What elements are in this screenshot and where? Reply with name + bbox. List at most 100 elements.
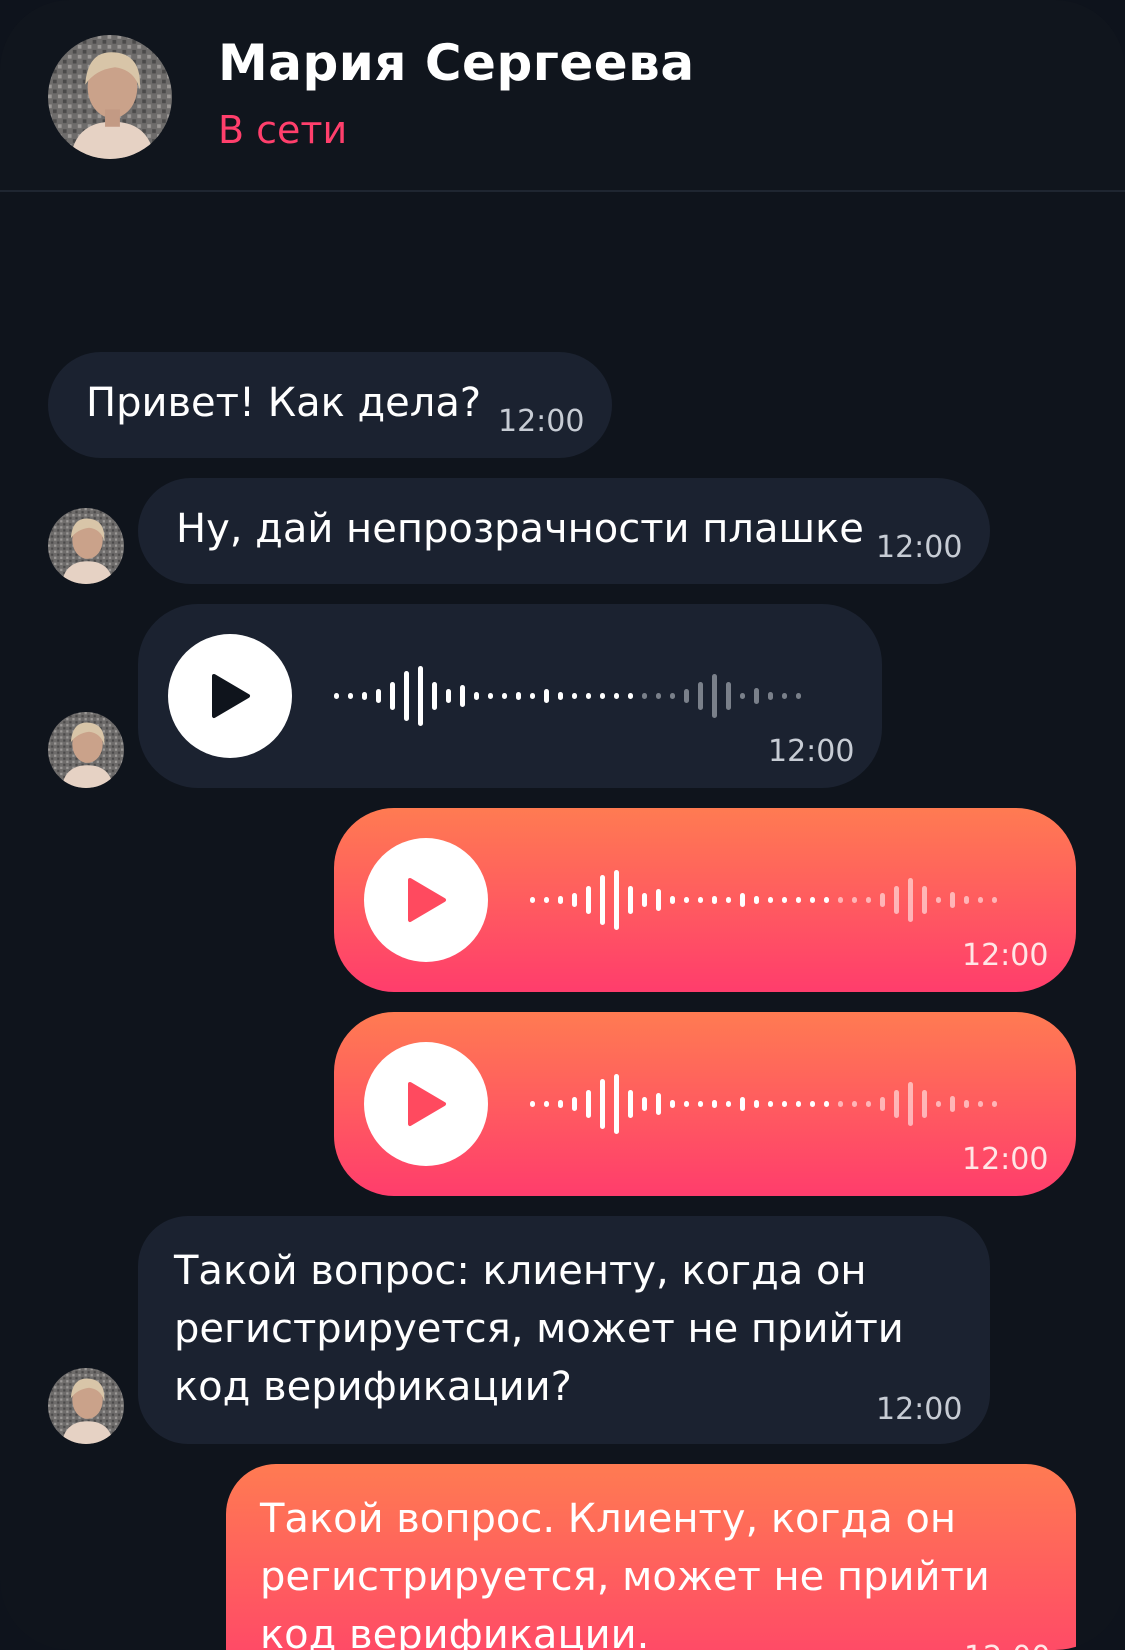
- waveform-bar: [880, 1097, 885, 1111]
- sender-avatar[interactable]: [48, 712, 124, 788]
- waveform-bar: [670, 896, 675, 904]
- waveform-bar: [852, 897, 857, 903]
- waveform-bar: [754, 896, 759, 904]
- waveform-bar: [544, 897, 549, 903]
- waveform-bar: [712, 896, 717, 904]
- waveform-bar: [600, 693, 605, 699]
- waveform-bar: [558, 1100, 563, 1108]
- waveform-bar: [642, 693, 647, 699]
- waveform-bar: [698, 1101, 703, 1107]
- play-icon: [408, 878, 446, 922]
- waveform-bar: [754, 688, 759, 704]
- waveform-bar: [446, 689, 451, 703]
- waveform[interactable]: [530, 1074, 1030, 1134]
- waveform-bar: [782, 693, 787, 699]
- waveform-bar: [586, 1090, 591, 1118]
- waveform-bar: [544, 1101, 549, 1107]
- waveform-bar: [684, 689, 689, 703]
- waveform-bar: [558, 692, 563, 700]
- waveform-bar: [978, 1101, 983, 1107]
- waveform-bar: [684, 1101, 689, 1107]
- waveform-bar: [586, 693, 591, 699]
- waveform-bar: [656, 889, 661, 911]
- waveform[interactable]: [334, 666, 834, 726]
- waveform-bar: [586, 886, 591, 914]
- waveform-bar: [642, 893, 647, 907]
- waveform-bar: [712, 674, 717, 718]
- waveform-bar: [726, 1101, 731, 1107]
- waveform-bar: [852, 1101, 857, 1107]
- waveform-bar: [404, 671, 409, 721]
- waveform-bar: [936, 1101, 941, 1107]
- waveform-bar: [460, 685, 465, 707]
- waveform-bar: [390, 682, 395, 710]
- waveform-bar: [922, 886, 927, 914]
- waveform-bar: [614, 693, 619, 699]
- waveform-bar: [530, 1101, 535, 1107]
- sender-avatar[interactable]: [48, 508, 124, 584]
- play-button[interactable]: [364, 1042, 488, 1166]
- waveform-bar: [880, 893, 885, 907]
- waveform-bar: [334, 693, 339, 699]
- waveform-bar: [572, 893, 577, 907]
- message-time: 12:00: [876, 530, 963, 565]
- voice-message-incoming[interactable]: 12:00: [138, 604, 882, 788]
- waveform-bar: [628, 886, 633, 914]
- waveform-bar: [992, 1101, 997, 1107]
- message-bubble-incoming[interactable]: Ну, дай непрозрачности плашке 12:00: [138, 478, 990, 584]
- message-time: 12:00: [964, 1640, 1050, 1650]
- play-button[interactable]: [168, 634, 292, 758]
- waveform-bar: [754, 1100, 759, 1108]
- avatar-photo-icon: [48, 712, 124, 788]
- play-button[interactable]: [364, 838, 488, 962]
- waveform-bar: [908, 878, 913, 922]
- waveform-bar: [866, 897, 871, 903]
- waveform-bar: [796, 693, 801, 699]
- waveform-bar: [824, 1101, 829, 1107]
- sender-avatar[interactable]: [48, 1368, 124, 1444]
- waveform-bar: [768, 692, 773, 700]
- message-text: Привет! Как дела?: [86, 380, 482, 426]
- waveform-bar: [376, 689, 381, 703]
- waveform-bar: [572, 1097, 577, 1111]
- waveform[interactable]: [530, 870, 1030, 930]
- waveform-bar: [726, 682, 731, 710]
- waveform-bar: [600, 875, 605, 925]
- waveform-bar: [838, 897, 843, 903]
- waveform-bar: [726, 897, 731, 903]
- voice-message-outgoing[interactable]: 12:00: [334, 1012, 1076, 1196]
- waveform-bar: [782, 1101, 787, 1107]
- waveform-bar: [614, 1074, 619, 1134]
- message-bubble-incoming[interactable]: Такой вопрос: клиенту, когда он регистри…: [138, 1216, 990, 1444]
- avatar-photo-icon: [48, 35, 172, 159]
- message-bubble-incoming[interactable]: Привет! Как дела? 12:00: [48, 352, 612, 458]
- waveform-bar: [670, 693, 675, 699]
- voice-message-outgoing[interactable]: 12:00: [334, 808, 1076, 992]
- message-time: 12:00: [962, 1142, 1049, 1177]
- message-time: 12:00: [876, 1392, 963, 1427]
- message-time: 12:00: [498, 404, 585, 439]
- waveform-bar: [698, 897, 703, 903]
- waveform-bar: [348, 693, 353, 699]
- waveform-bar: [922, 1090, 927, 1118]
- avatar-photo-icon: [48, 508, 124, 584]
- message-time: 12:00: [962, 938, 1049, 973]
- message-time: 12:00: [768, 734, 855, 769]
- message-line: код верификации?: [174, 1364, 572, 1410]
- message-bubble-outgoing[interactable]: Такой вопрос. Клиенту, когда он регистри…: [226, 1464, 1076, 1650]
- waveform-bar: [796, 1101, 801, 1107]
- waveform-bar: [544, 689, 549, 703]
- message-text: Такой вопрос. Клиенту, когда он регистри…: [260, 1490, 990, 1650]
- waveform-bar: [950, 892, 955, 908]
- waveform-bar: [768, 897, 773, 903]
- waveform-bar: [572, 693, 577, 699]
- waveform-bar: [768, 1101, 773, 1107]
- waveform-bar: [740, 1097, 745, 1111]
- waveform-bar: [908, 1082, 913, 1126]
- contact-avatar[interactable]: [48, 35, 172, 159]
- waveform-bar: [950, 1096, 955, 1112]
- play-icon: [212, 674, 250, 718]
- waveform-bar: [740, 693, 745, 699]
- waveform-bar: [670, 1100, 675, 1108]
- waveform-bar: [600, 1079, 605, 1129]
